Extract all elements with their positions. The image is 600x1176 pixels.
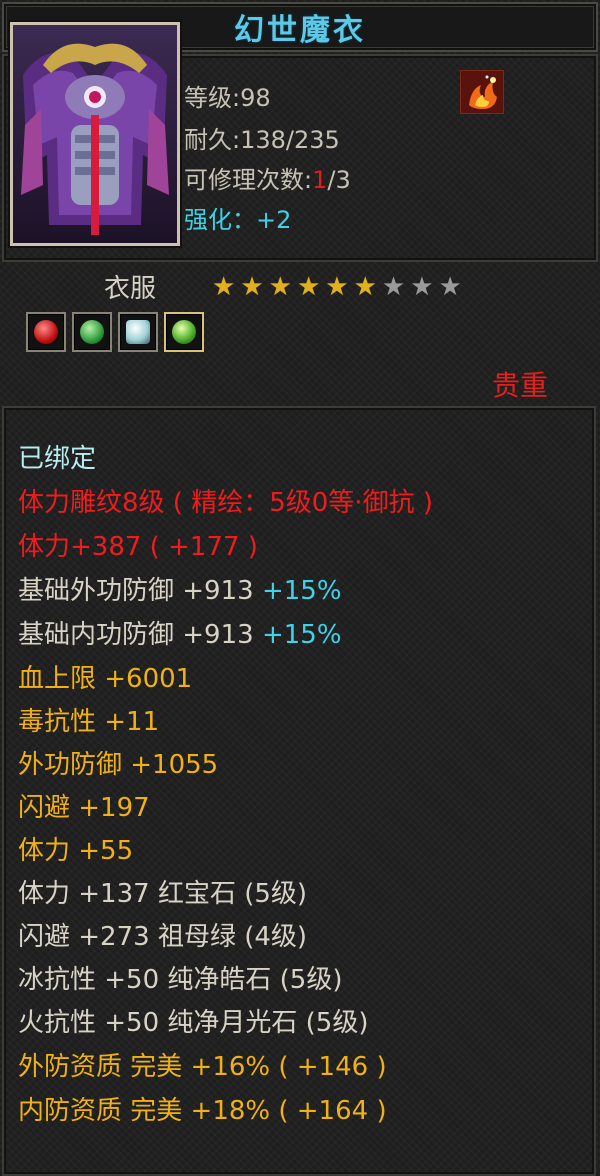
property-line: 体力 +55 bbox=[18, 836, 134, 866]
star-filled-icon: ★ bbox=[353, 272, 377, 302]
green-gem-icon bbox=[80, 320, 104, 344]
property-line: 基础外功防御 +913 +15% bbox=[18, 570, 342, 607]
star-rating: ★ ★ ★ ★ ★ ★ ★ ★ ★ bbox=[212, 272, 462, 302]
red-gem-icon bbox=[34, 320, 58, 344]
star-empty-icon: ★ bbox=[438, 272, 462, 302]
property-line: 已绑定 bbox=[18, 444, 97, 474]
level-value: 98 bbox=[240, 84, 271, 112]
durability-stat: 耐久:138/235 bbox=[184, 126, 340, 154]
armor-image-icon bbox=[13, 25, 177, 243]
property-text: 基础内功防御 +913 bbox=[18, 620, 254, 650]
property-line: 外功防御 +1055 bbox=[18, 750, 219, 780]
item-name: 幻世魔衣 bbox=[234, 13, 366, 48]
property-line: 毒抗性 +11 bbox=[18, 707, 160, 737]
star-filled-icon: ★ bbox=[325, 272, 349, 302]
gem-slot-3[interactable] bbox=[118, 312, 158, 352]
gem-slot-1[interactable] bbox=[26, 312, 66, 352]
strength-value: +2 bbox=[256, 206, 292, 234]
star-filled-icon: ★ bbox=[212, 272, 236, 302]
level-label: 等级 bbox=[184, 84, 232, 112]
property-line: 闪避 +197 bbox=[18, 793, 150, 823]
star-filled-icon: ★ bbox=[240, 272, 264, 302]
property-line: 闪避 +273 祖母绿 (4级) bbox=[18, 922, 308, 952]
property-line: 冰抗性 +50 纯净皓石 (5级) bbox=[18, 965, 343, 995]
white-gem-icon bbox=[126, 320, 150, 344]
property-line: 体力+387 ( +177 ) bbox=[18, 532, 258, 562]
property-bonus: +15% bbox=[261, 576, 342, 606]
property-bonus: +15% bbox=[261, 620, 342, 650]
star-empty-icon: ★ bbox=[410, 272, 434, 302]
gem-slot-4[interactable] bbox=[164, 312, 204, 352]
gem-slot-2[interactable] bbox=[72, 312, 112, 352]
star-empty-icon: ★ bbox=[381, 272, 406, 302]
fire-emblem-icon bbox=[461, 71, 503, 113]
property-line: 体力雕纹8级 ( 精绘：5级0等·御抗 ) bbox=[18, 488, 433, 518]
level-stat: 等级:98 bbox=[184, 84, 271, 112]
item-special-icon[interactable] bbox=[460, 70, 504, 114]
green-gem-icon bbox=[172, 320, 196, 344]
repair-used: 1 bbox=[312, 166, 328, 194]
strength-label: 强化 bbox=[184, 206, 232, 234]
property-line: 基础内功防御 +913 +15% bbox=[18, 614, 342, 651]
durability-value: 138/235 bbox=[240, 126, 340, 154]
star-filled-icon: ★ bbox=[296, 272, 321, 302]
property-line: 体力 +137 红宝石 (5级) bbox=[18, 879, 308, 909]
star-filled-icon: ★ bbox=[268, 272, 292, 302]
property-text: 基础外功防御 +913 bbox=[18, 576, 254, 606]
item-portrait bbox=[10, 22, 180, 246]
durability-label: 耐久 bbox=[184, 126, 232, 154]
item-tooltip: 幻世魔衣 等级:98 耐久:138/235 可修理次数:1/3 强化：+2 衣服… bbox=[0, 0, 600, 1176]
quality-label: 贵重 bbox=[492, 369, 549, 402]
property-line: 火抗性 +50 纯净月光石 (5级) bbox=[18, 1008, 369, 1038]
property-line: 外防资质 完美 +16% ( +146 ) bbox=[18, 1052, 387, 1082]
strength-stat: 强化：+2 bbox=[184, 206, 292, 234]
repair-label: 可修理次数 bbox=[184, 166, 304, 194]
gem-slots bbox=[26, 312, 204, 352]
repair-stat: 可修理次数:1/3 bbox=[184, 166, 351, 194]
item-type: 衣服 bbox=[104, 274, 157, 304]
repair-total: /3 bbox=[327, 166, 351, 194]
property-line: 血上限 +6001 bbox=[18, 664, 193, 694]
property-line: 内防资质 完美 +18% ( +164 ) bbox=[18, 1096, 387, 1126]
